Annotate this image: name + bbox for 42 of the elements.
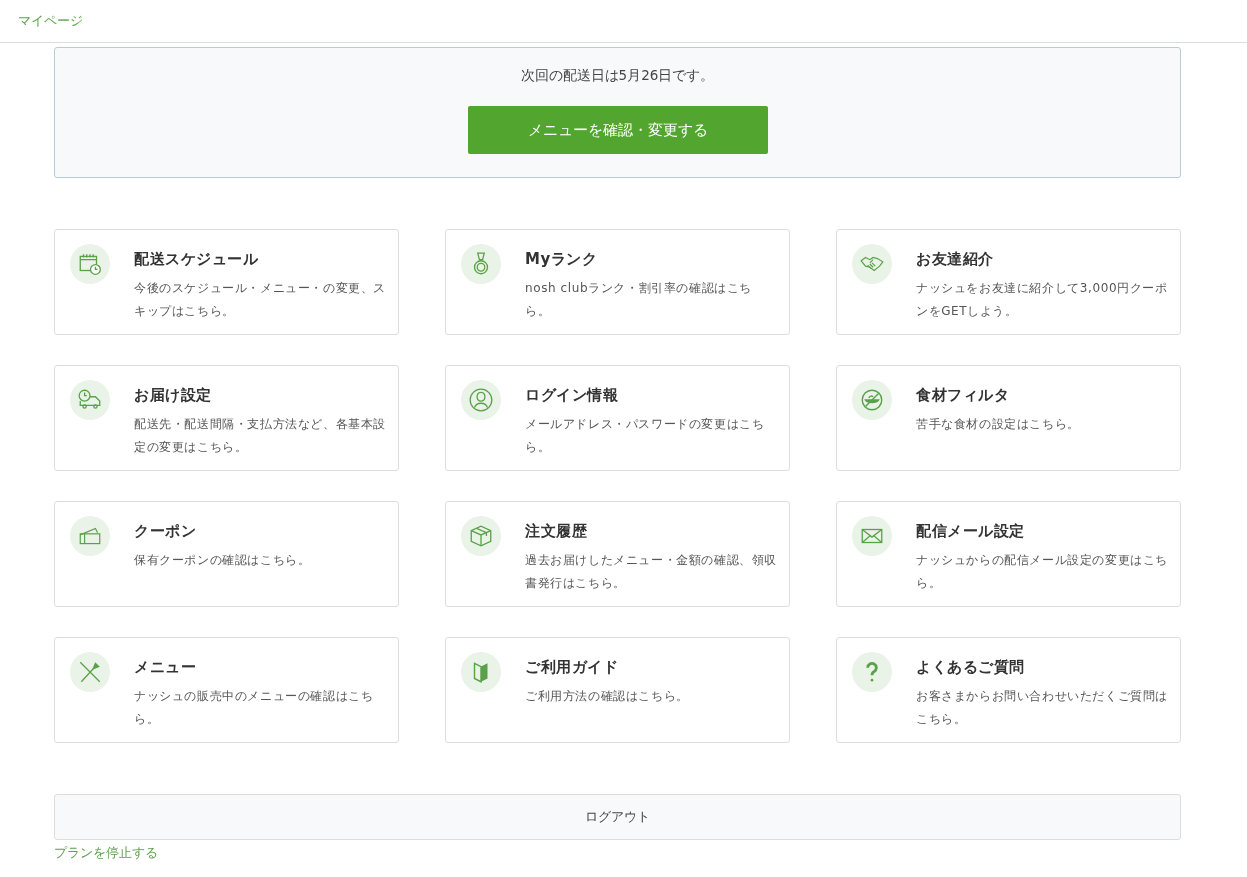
menu-card[interactable]: 配信メール設定 ナッシュからの配信メール設定の変更はこちら。 [836, 501, 1181, 607]
menu-card[interactable]: メニュー ナッシュの販売中のメニューの確認はこちら。 [54, 637, 399, 743]
card-description: ナッシュをお友達に紹介して3,000円クーポンをGETしよう。 [916, 280, 1168, 320]
no-food-icon [859, 387, 885, 413]
card-description: nosh clubランク・割引率の確認はこちら。 [525, 280, 753, 320]
card-description: ナッシュからの配信メール設定の変更はこちら。 [916, 552, 1168, 592]
logout-button[interactable]: ログアウト [54, 794, 1181, 840]
card-title: 食材フィルタ [916, 386, 1010, 405]
card-title: 配送スケジュール [134, 250, 259, 269]
menu-card[interactable]: お届け設定 配送先・配送間隔・支払方法など、各基本設定の変更はこちら。 [54, 365, 399, 471]
menu-card[interactable]: ログイン情報 メールアドレス・パスワードの変更はこちら。 [445, 365, 790, 471]
menu-card[interactable]: お友達紹介 ナッシュをお友達に紹介して3,000円クーポンをGETしよう。 [836, 229, 1181, 335]
delivery-date-text: 次回の配送日は5月26日です。 [520, 67, 715, 85]
card-description: 過去お届けしたメニュー・金額の確認、領収書発行はこちら。 [525, 552, 777, 592]
card-title: クーポン [134, 522, 197, 541]
card-description: メールアドレス・パスワードの変更はこちら。 [525, 416, 766, 456]
person-icon [468, 387, 494, 413]
card-title: よくあるご質問 [916, 658, 1026, 677]
card-title: Myランク [525, 250, 599, 269]
menu-card[interactable]: クーポン 保有クーポンの確認はこちら。 [54, 501, 399, 607]
calendar-clock-icon [77, 251, 103, 277]
menu-card[interactable]: 配送スケジュール 今後のスケジュール・メニュー・の変更、スキップはこちら。 [54, 229, 399, 335]
menu-card[interactable]: Myランク nosh clubランク・割引率の確認はこちら。 [445, 229, 790, 335]
box-icon [468, 523, 494, 549]
card-description: 配送先・配送間隔・支払方法など、各基本設定の変更はこちら。 [134, 416, 386, 456]
menu-card[interactable]: ご利用ガイド ご利用方法の確認はこちら。 [445, 637, 790, 743]
card-description: ナッシュの販売中のメニューの確認はこちら。 [134, 688, 375, 728]
card-title: お友達紹介 [916, 250, 995, 269]
card-title: メニュー [134, 658, 197, 677]
card-title: 配信メール設定 [916, 522, 1026, 541]
card-title: お届け設定 [134, 386, 213, 405]
menu-card[interactable]: 注文履歴 過去お届けしたメニュー・金額の確認、領収書発行はこちら。 [445, 501, 790, 607]
card-title: ご利用ガイド [525, 658, 619, 677]
card-description: 保有クーポンの確認はこちら。 [134, 552, 311, 569]
menu-card[interactable]: よくあるご質問 お客さまからお問い合わせいただくご質問はこちら。 [836, 637, 1181, 743]
card-description: 苦手な食材の設定はこちら。 [916, 416, 1080, 433]
card-description: 今後のスケジュール・メニュー・の変更、スキップはこちら。 [134, 280, 386, 320]
card-title: 注文履歴 [525, 522, 588, 541]
card-description: お客さまからお問い合わせいただくご質問はこちら。 [916, 688, 1168, 728]
card-description: ご利用方法の確認はこちら。 [525, 688, 689, 705]
menu-card[interactable]: 食材フィルタ 苦手な食材の設定はこちら。 [836, 365, 1181, 471]
card-title: ログイン情報 [525, 386, 619, 405]
